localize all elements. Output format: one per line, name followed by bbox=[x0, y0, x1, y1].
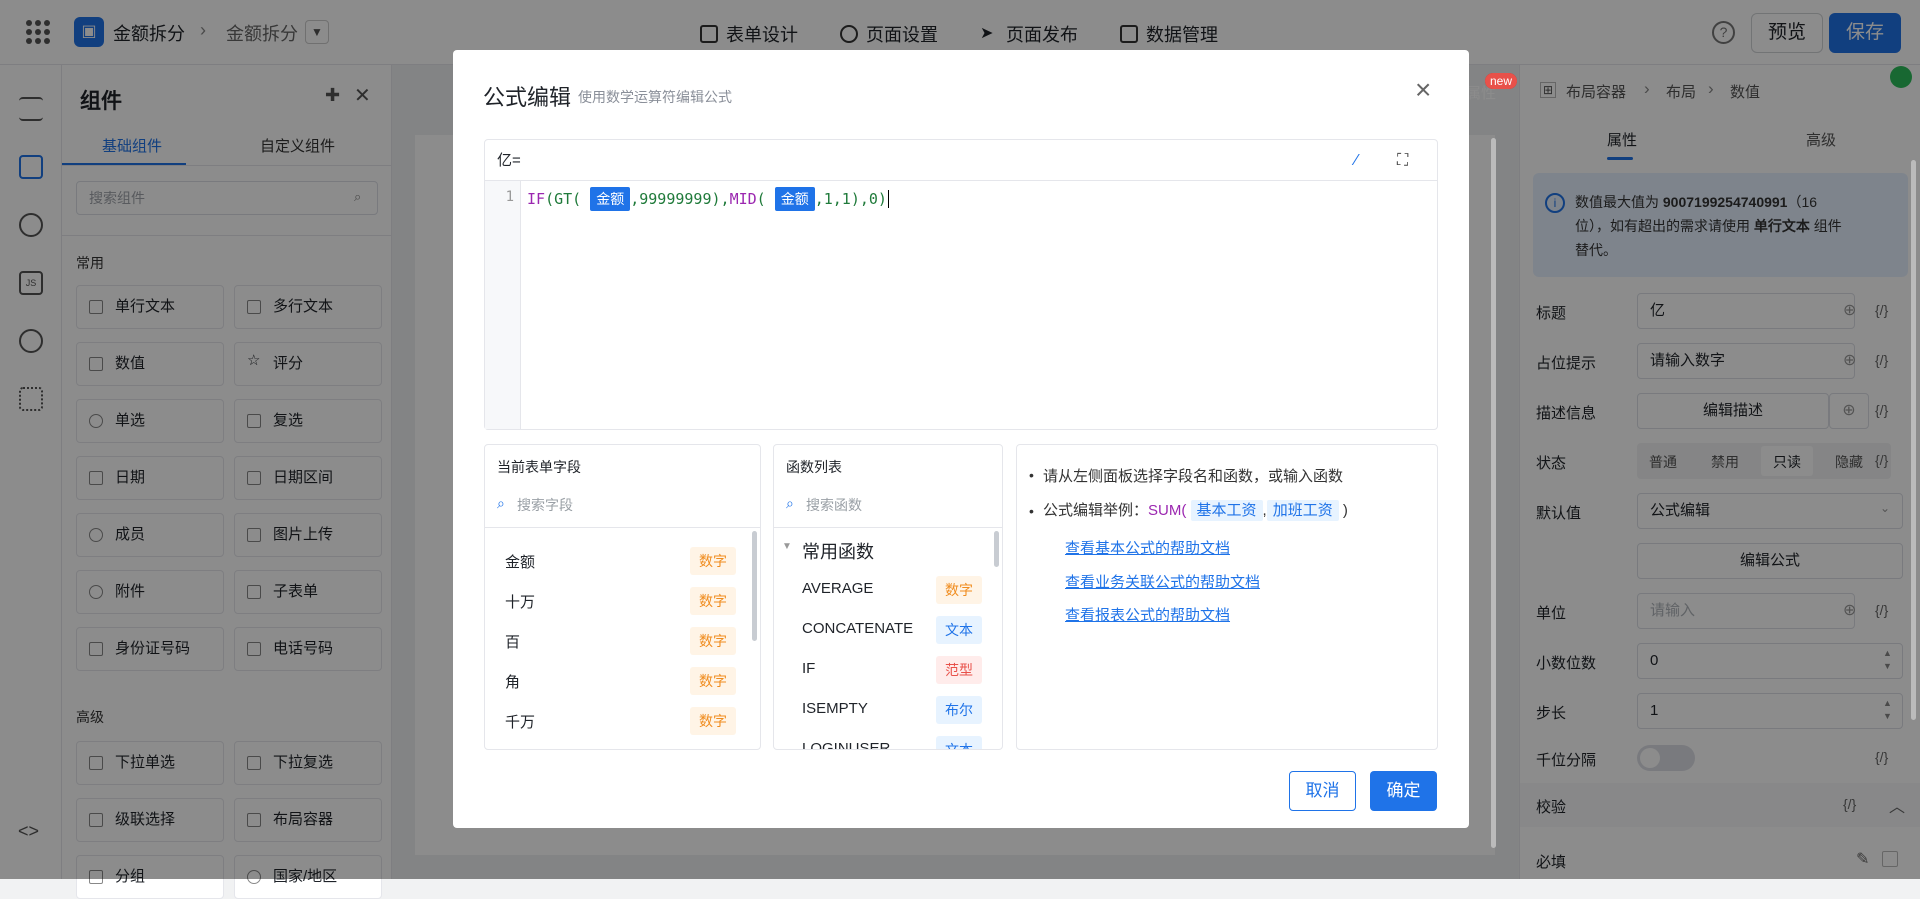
caret-down-icon[interactable]: ▼ bbox=[782, 541, 792, 552]
formula-code[interactable]: IF(GT( 金额 ,99999999),MID( 金额 ,1,1),0) bbox=[527, 187, 889, 211]
field-type-badge: 数字 bbox=[690, 627, 736, 655]
help-example-field: 基本工资 bbox=[1190, 500, 1263, 521]
field-token[interactable]: 金额 bbox=[774, 187, 815, 211]
modal-subtitle: 使用数学运算符编辑公式 bbox=[578, 89, 732, 105]
code-punct: ( bbox=[545, 190, 555, 208]
function-group-title[interactable]: 常用函数 bbox=[802, 538, 874, 564]
functions-panel-title: 函数列表 bbox=[786, 459, 842, 475]
editor-header: 亿= ⁄ ⛶ bbox=[485, 140, 1437, 181]
help-example-prefix: 公式编辑举例： bbox=[1043, 502, 1149, 519]
field-type-badge: 数字 bbox=[690, 587, 736, 615]
code-args: ,1,1),0) bbox=[814, 190, 887, 208]
text-cursor bbox=[887, 190, 889, 208]
canvas-scrollbar[interactable] bbox=[1491, 138, 1496, 848]
code-punct: ( bbox=[756, 190, 766, 208]
code-fn-mid: MID bbox=[729, 190, 757, 208]
function-type-badge: 文本 bbox=[936, 616, 982, 644]
function-row-name[interactable]: LOGINUSER bbox=[802, 740, 890, 749]
help-line-1: 请从左侧面板选择字段名和函数，或输入函数 bbox=[1043, 468, 1344, 485]
confirm-button[interactable]: 确定 bbox=[1370, 771, 1437, 811]
formula-editor[interactable]: 亿= ⁄ ⛶ 1 IF(GT( 金额 ,99999999),MID( 金额 ,1,1… bbox=[484, 139, 1438, 430]
divider bbox=[774, 527, 1002, 528]
formula-prefix: 亿= bbox=[497, 152, 521, 169]
help-example-fn: SUM( bbox=[1148, 502, 1187, 519]
fields-panel-title: 当前表单字段 bbox=[497, 459, 581, 475]
cancel-button[interactable]: 取消 bbox=[1289, 771, 1356, 811]
modal-title: 公式编辑 bbox=[483, 85, 572, 110]
code-fn-if: IF bbox=[527, 190, 546, 208]
bullet: • bbox=[1029, 467, 1034, 483]
formula-modal: 公式编辑 使用数学运算符编辑公式 × 亿= ⁄ ⛶ 1 IF(GT( 金额 ,99… bbox=[453, 50, 1469, 828]
field-row-name[interactable]: 十万 bbox=[505, 591, 535, 612]
function-search-input[interactable]: 搜索函数 bbox=[806, 495, 862, 515]
function-row-name[interactable]: CONCATENATE bbox=[802, 620, 913, 637]
code-punct: ( bbox=[572, 190, 582, 208]
bullet: • bbox=[1029, 503, 1034, 519]
search-icon: ⌕ bbox=[497, 495, 505, 511]
functions-scrollbar[interactable] bbox=[994, 531, 999, 567]
close-icon[interactable]: × bbox=[1415, 76, 1431, 104]
divider bbox=[485, 527, 760, 528]
field-row-name[interactable]: 千万 bbox=[505, 711, 535, 732]
function-row-name[interactable]: IF bbox=[802, 660, 815, 677]
function-row-name[interactable]: AVERAGE bbox=[802, 580, 873, 597]
code-fn-gt: GT bbox=[554, 190, 573, 208]
function-type-badge: 布尔 bbox=[936, 696, 982, 724]
help-link-basic[interactable]: 查看基本公式的帮助文档 bbox=[1065, 537, 1230, 558]
fields-panel: 当前表单字段 ⌕ 搜索字段 金额 数字 十万 数字 百 数字 角 数字 千万 数… bbox=[484, 444, 761, 750]
line-number: 1 bbox=[505, 189, 514, 205]
field-row-name[interactable]: 角 bbox=[505, 671, 520, 692]
field-row-name[interactable]: 百 bbox=[505, 631, 520, 652]
magic-wand-icon[interactable]: ⁄ bbox=[1355, 140, 1358, 181]
line-gutter: 1 bbox=[485, 181, 521, 429]
help-link-business[interactable]: 查看业务关联公式的帮助文档 bbox=[1065, 571, 1260, 592]
function-type-badge: 范型 bbox=[936, 656, 982, 684]
field-type-badge: 数字 bbox=[690, 667, 736, 695]
field-type-badge: 数字 bbox=[690, 707, 736, 735]
field-token[interactable]: 金额 bbox=[590, 187, 631, 211]
help-line-2: 公式编辑举例：SUM( 基本工资, 加班工资 ) bbox=[1043, 499, 1348, 521]
fields-scrollbar[interactable] bbox=[752, 531, 757, 641]
help-link-report[interactable]: 查看报表公式的帮助文档 bbox=[1065, 604, 1230, 625]
function-type-badge: 数字 bbox=[936, 576, 982, 604]
field-search-input[interactable]: 搜索字段 bbox=[517, 495, 573, 515]
code-args: ,99999999), bbox=[630, 190, 730, 208]
field-type-badge: 数字 bbox=[690, 547, 736, 575]
function-row-name[interactable]: ISEMPTY bbox=[802, 700, 868, 717]
function-type-badge: 文本 bbox=[936, 736, 982, 749]
help-example-field: 加班工资 bbox=[1266, 500, 1339, 521]
functions-panel: 函数列表 ⌕ 搜索函数 ▼ 常用函数 AVERAGE 数字 CONCATENAT… bbox=[773, 444, 1003, 750]
help-example-end: ) bbox=[1342, 502, 1348, 519]
search-icon: ⌕ bbox=[786, 495, 794, 511]
new-badge: new bbox=[1485, 73, 1518, 89]
panel-scrollbar[interactable] bbox=[1911, 160, 1916, 720]
field-row-name[interactable]: 金额 bbox=[505, 551, 535, 572]
fullscreen-icon[interactable]: ⛶ bbox=[1397, 140, 1408, 181]
help-panel: • 请从左侧面板选择字段名和函数，或输入函数 • 公式编辑举例：SUM( 基本工… bbox=[1016, 444, 1438, 750]
